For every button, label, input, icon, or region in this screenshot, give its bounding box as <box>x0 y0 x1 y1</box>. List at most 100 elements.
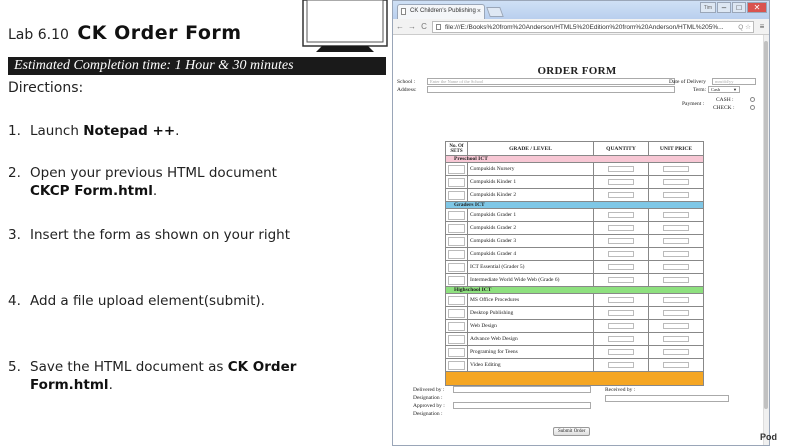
grade-level-cell: Advance Web Design <box>467 332 594 346</box>
unit-price-input[interactable] <box>663 250 689 257</box>
sets-input[interactable] <box>448 249 465 259</box>
unit-price-input[interactable] <box>663 348 689 355</box>
page-icon <box>436 23 441 30</box>
quantity-input[interactable] <box>608 211 634 218</box>
unit-price-input[interactable] <box>663 224 689 231</box>
sets-input[interactable] <box>448 262 465 272</box>
quantity-input[interactable] <box>608 296 634 303</box>
unit-price-input[interactable] <box>663 237 689 244</box>
sets-input[interactable] <box>448 334 465 344</box>
sets-input[interactable] <box>448 295 465 305</box>
sets-input[interactable] <box>448 308 465 318</box>
direction-step: 1. Launch Notepad ++. <box>8 123 180 139</box>
approved-by-input[interactable] <box>453 402 591 409</box>
sets-cell <box>445 247 468 261</box>
grade-level-cell: MS Office Procedures <box>467 293 594 307</box>
unit-price-cell <box>648 273 704 287</box>
unit-price-cell <box>648 208 704 222</box>
term-select[interactable]: Cash ▼ <box>708 86 740 93</box>
sets-cell <box>445 358 468 372</box>
unit-price-input[interactable] <box>663 361 689 368</box>
quantity-input[interactable] <box>608 361 634 368</box>
order-table: No. Of SETS GRADE / LEVEL QUANTITY UNIT … <box>445 141 704 386</box>
sets-input[interactable] <box>448 236 465 246</box>
quantity-input[interactable] <box>608 322 634 329</box>
unit-price-input[interactable] <box>663 263 689 270</box>
quantity-cell <box>593 358 649 372</box>
quantity-input[interactable] <box>608 237 634 244</box>
menu-icon[interactable]: ≡ <box>758 22 766 31</box>
unit-price-input[interactable] <box>663 276 689 283</box>
new-tab-button[interactable] <box>486 7 504 17</box>
sets-input[interactable] <box>448 223 465 233</box>
address-input[interactable] <box>427 86 675 93</box>
delivered-by-input[interactable] <box>453 386 591 393</box>
sets-input[interactable] <box>448 190 465 200</box>
quantity-input[interactable] <box>608 224 634 231</box>
browser-tab[interactable]: CK Children's Publishing × <box>397 4 485 19</box>
sets-input[interactable] <box>448 347 465 357</box>
quantity-cell <box>593 319 649 333</box>
back-arrow-icon[interactable]: ← <box>396 22 404 31</box>
close-window-button[interactable]: ✕ <box>747 2 767 13</box>
unit-price-input[interactable] <box>663 309 689 316</box>
school-input[interactable]: Enter the Name of the School <box>427 78 675 85</box>
cash-radio[interactable] <box>750 97 755 102</box>
sets-cell <box>445 293 468 307</box>
unit-price-cell <box>648 306 704 320</box>
quantity-cell <box>593 247 649 261</box>
direction-step: 2. Open your previous HTML document CKCP… <box>8 165 277 199</box>
scrollbar[interactable] <box>763 35 769 445</box>
quantity-input[interactable] <box>608 348 634 355</box>
quantity-input[interactable] <box>608 276 634 283</box>
submit-order-button[interactable]: Submit Order <box>553 427 591 436</box>
unit-price-input[interactable] <box>663 191 689 198</box>
sets-cell <box>445 345 468 359</box>
table-row: Compukids Grader 2 <box>445 221 704 235</box>
grade-level-cell: Intermediate World Wide Web (Grade 6) <box>467 273 594 287</box>
sets-input[interactable] <box>448 177 465 187</box>
sets-cell <box>445 208 468 222</box>
sets-input[interactable] <box>448 275 465 285</box>
maximize-button[interactable]: □ <box>732 2 746 13</box>
browser-window: CK Children's Publishing × Tim – □ ✕ ← →… <box>392 0 770 446</box>
unit-price-input[interactable] <box>663 335 689 342</box>
sets-cell <box>445 188 468 202</box>
sets-input[interactable] <box>448 360 465 370</box>
quantity-input[interactable] <box>608 191 634 198</box>
delivery-date-input[interactable]: mm/dd/yy <box>712 78 756 85</box>
zoom-star-icons[interactable]: Q ☆ <box>738 22 751 32</box>
unit-price-input[interactable] <box>663 165 689 172</box>
category-label: Preschool ICT <box>445 155 704 163</box>
url-field[interactable]: file:///E:/Books%20from%20Anderson/HTML5… <box>432 20 754 33</box>
quantity-cell <box>593 273 649 287</box>
quantity-input[interactable] <box>608 309 634 316</box>
sets-input[interactable] <box>448 210 465 220</box>
dropdown-caret-icon: ▼ <box>733 87 737 92</box>
quantity-input[interactable] <box>608 263 634 270</box>
forward-arrow-icon[interactable]: → <box>408 22 416 31</box>
minimize-button[interactable]: – <box>717 2 731 13</box>
unit-price-input[interactable] <box>663 211 689 218</box>
unit-price-input[interactable] <box>663 178 689 185</box>
column-header-quantity: QUANTITY <box>593 141 649 156</box>
unit-price-cell <box>648 234 704 248</box>
user-profile-button[interactable]: Tim <box>700 2 716 13</box>
sets-input[interactable] <box>448 321 465 331</box>
quantity-input[interactable] <box>608 335 634 342</box>
scrollbar-thumb[interactable] <box>764 41 768 409</box>
unit-price-input[interactable] <box>663 322 689 329</box>
browser-titlebar: CK Children's Publishing × Tim – □ ✕ <box>393 1 769 19</box>
reload-icon[interactable]: C <box>420 22 428 31</box>
quantity-input[interactable] <box>608 178 634 185</box>
quantity-input[interactable] <box>608 250 634 257</box>
monitor-icon <box>302 0 388 52</box>
received-by-input[interactable] <box>605 395 729 402</box>
sets-cell <box>445 175 468 189</box>
unit-price-input[interactable] <box>663 296 689 303</box>
sets-input[interactable] <box>448 164 465 174</box>
check-radio[interactable] <box>750 105 755 110</box>
tab-close-icon[interactable]: × <box>477 5 481 18</box>
quantity-input[interactable] <box>608 165 634 172</box>
quantity-cell <box>593 221 649 235</box>
